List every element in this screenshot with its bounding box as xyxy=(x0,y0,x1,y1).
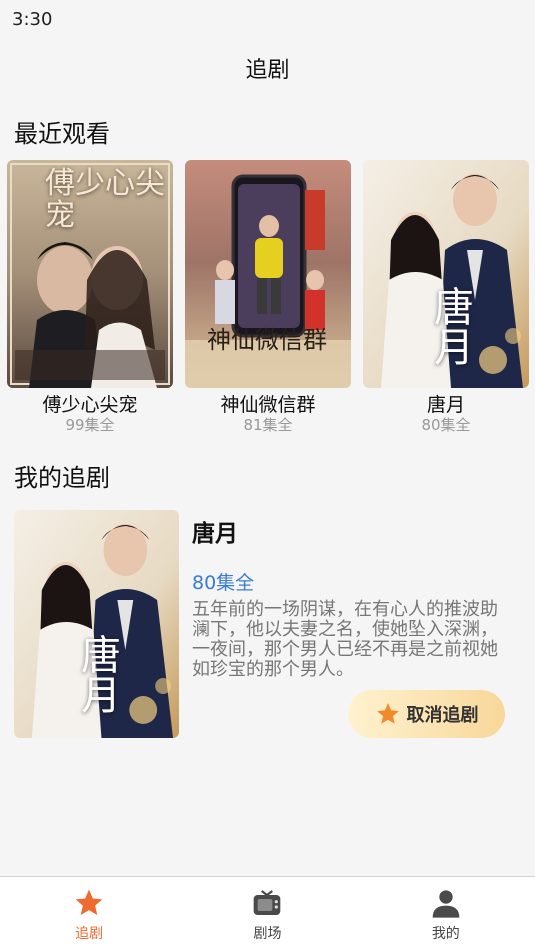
tab-label: 我的 xyxy=(431,926,460,942)
recent-item-name: 傅少心尖宠 xyxy=(42,394,138,416)
user-icon xyxy=(432,890,460,918)
recent-item-name: 神仙微信群 xyxy=(220,394,316,416)
poster-title: 神仙微信群 xyxy=(207,326,327,354)
status-bar: 3:30 xyxy=(0,0,535,38)
poster-image[interactable]: 神仙微信群 xyxy=(185,160,351,388)
favorite-title: 唐月 xyxy=(192,521,238,547)
poster-image[interactable]: 唐月 xyxy=(363,160,529,388)
star-icon xyxy=(376,703,399,724)
favorites-section-title: 我的追剧 xyxy=(14,464,110,492)
recent-section-title: 最近观看 xyxy=(14,120,110,148)
poster-title: 唐月 xyxy=(427,286,473,366)
favorite-description: 五年前的一场阴谋，在有心人的推波助澜下，他以夫妻之名，使她坠入深渊，一夜间，那个… xyxy=(192,599,498,680)
recent-item[interactable]: 傅少心尖宠 傅少心尖宠 99集全 xyxy=(7,160,173,440)
status-time: 3:30 xyxy=(12,8,53,30)
tab-theater[interactable]: 剧场 xyxy=(217,877,317,943)
unfollow-button[interactable]: 取消追剧 xyxy=(348,690,505,738)
star-icon xyxy=(75,889,103,915)
bottom-tab-bar: 追剧 剧场 我的 xyxy=(0,876,535,951)
tab-label: 剧场 xyxy=(253,926,282,942)
recent-item-count: 80集全 xyxy=(421,416,471,434)
tab-label: 追剧 xyxy=(75,926,104,942)
recent-item-name: 唐月 xyxy=(426,394,465,416)
poster-image[interactable]: 傅少心尖宠 xyxy=(7,160,173,388)
poster-title: 傅少心尖宠 xyxy=(45,166,165,233)
tv-icon xyxy=(254,890,281,915)
poster-title: 唐月 xyxy=(74,634,120,714)
recent-list: 傅少心尖宠 傅少心尖宠 99集全 神仙微信群 神仙微信群 81集全 唐月 唐月 … xyxy=(7,160,529,440)
unfollow-button-label: 取消追剧 xyxy=(406,705,479,726)
recent-item-count: 81集全 xyxy=(243,416,293,434)
recent-item-count: 99集全 xyxy=(65,416,115,434)
poster-image[interactable]: 唐月 xyxy=(14,510,179,738)
recent-item[interactable]: 神仙微信群 神仙微信群 81集全 xyxy=(185,160,351,440)
tab-follow[interactable]: 追剧 xyxy=(39,877,139,943)
favorite-item[interactable]: 唐月 唐月 80集全 五年前的一场阴谋，在有心人的推波助澜下，他以夫妻之名，使她… xyxy=(14,510,524,740)
favorite-episode-count: 80集全 xyxy=(192,572,255,594)
recent-item[interactable]: 唐月 唐月 80集全 xyxy=(363,160,529,440)
tab-me[interactable]: 我的 xyxy=(396,877,496,943)
page-title: 追剧 xyxy=(245,58,290,83)
